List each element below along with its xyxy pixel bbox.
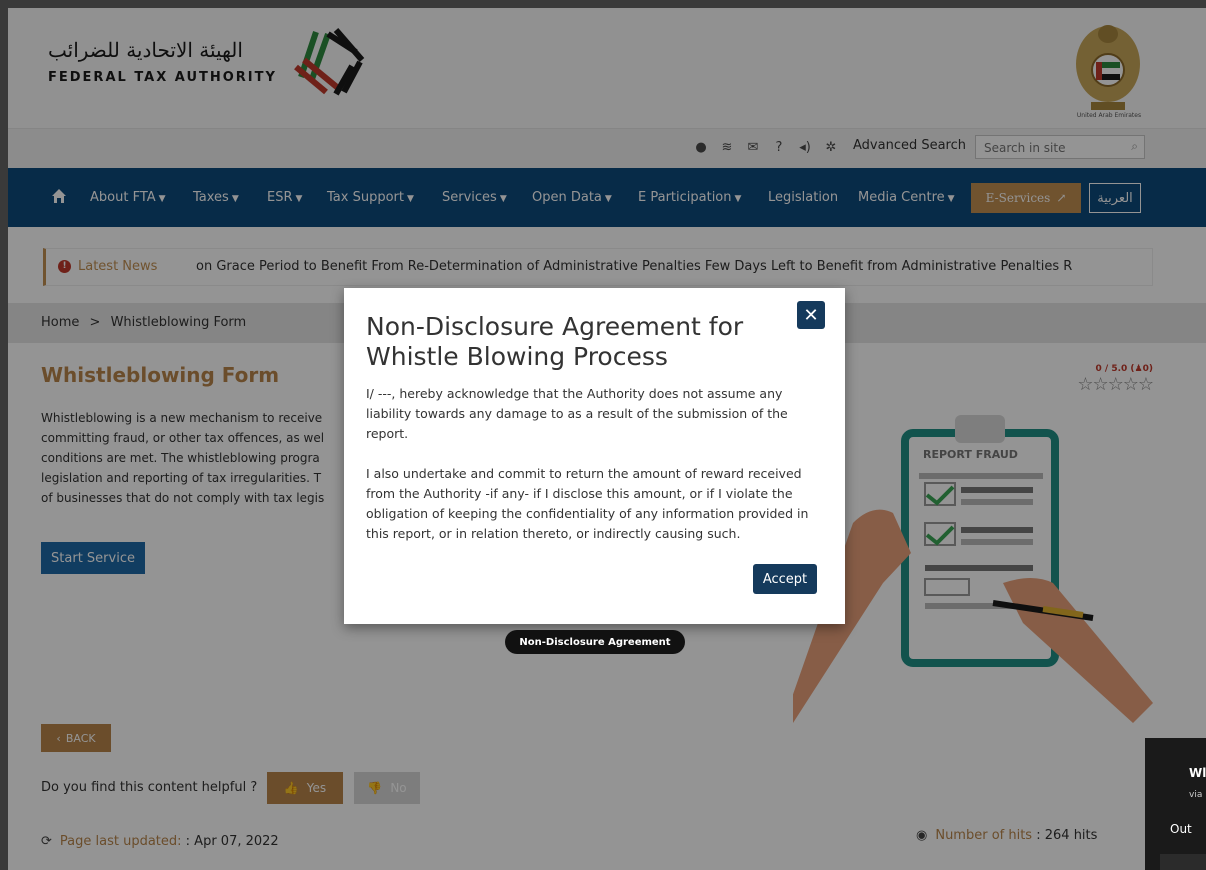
accept-button[interactable]: Accept	[753, 564, 817, 594]
modal-paragraph-1: I/ ---, hereby acknowledge that the Auth…	[366, 386, 788, 441]
nda-modal: Non-Disclosure Agreement for Whistle Blo…	[344, 288, 845, 624]
modal-paragraph-2: I also undertake and commit to return th…	[366, 466, 809, 541]
modal-title: Non-Disclosure Agreement for Whistle Blo…	[366, 312, 744, 371]
close-icon[interactable]: ✕	[797, 301, 825, 329]
page: الهيئة الاتحادية للضرائب FEDERAL TAX AUT…	[8, 8, 1206, 870]
modal-body: I/ ---, hereby acknowledge that the Auth…	[366, 384, 826, 564]
side-widget[interactable]: Wl via Out	[1145, 738, 1206, 870]
nda-tooltip: Non-Disclosure Agreement	[505, 630, 685, 654]
